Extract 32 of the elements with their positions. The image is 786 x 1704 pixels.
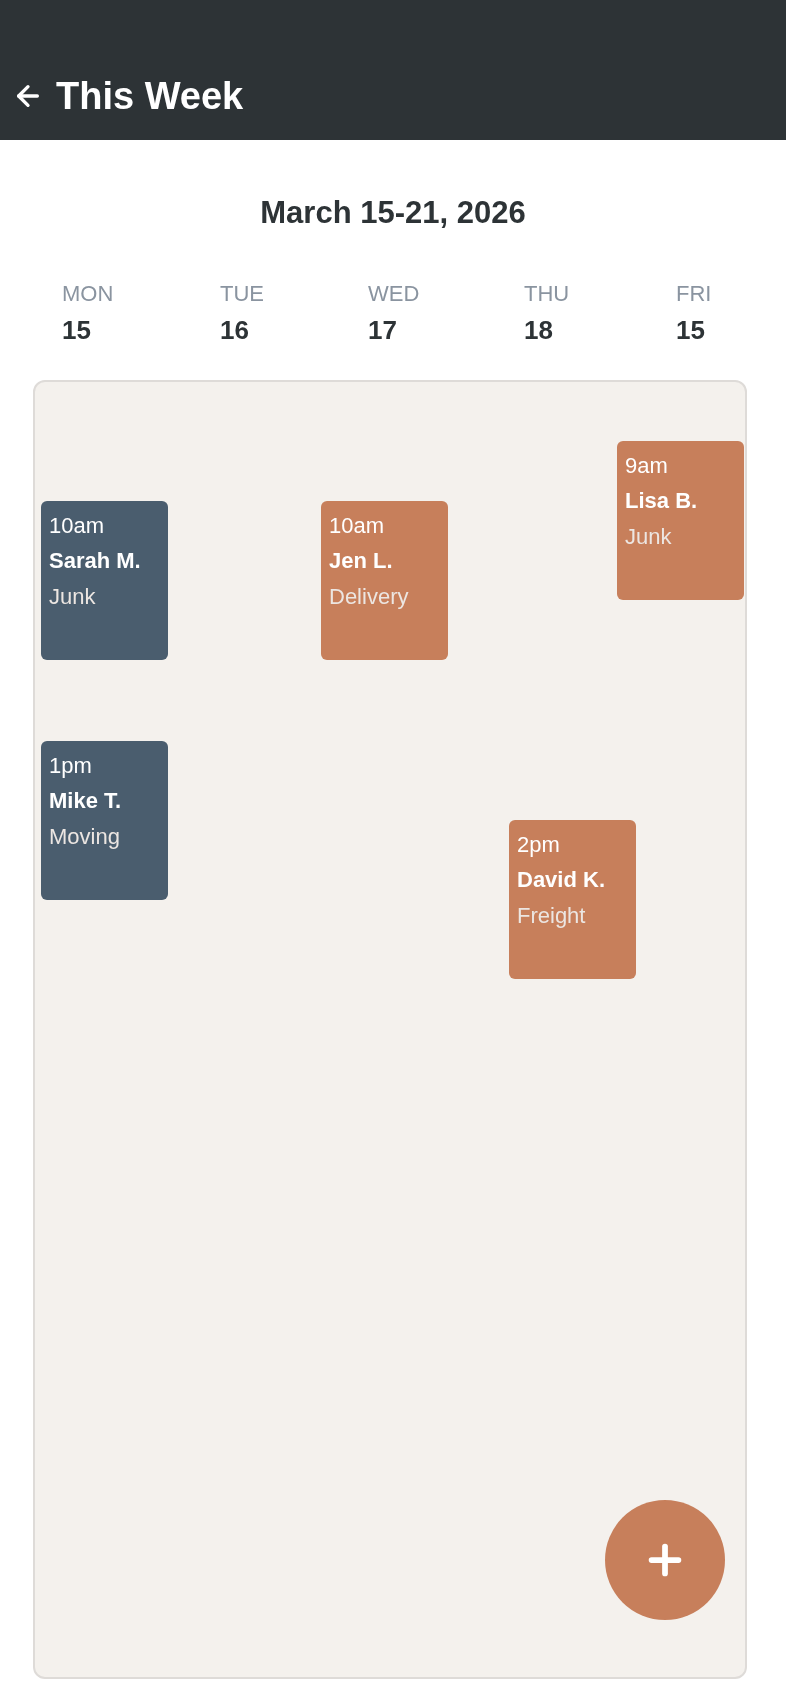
customer-name: Jen L. xyxy=(329,546,393,575)
service-type: Delivery xyxy=(329,582,409,611)
weekday-label: WED xyxy=(368,279,420,308)
weekday-label: MON xyxy=(62,279,114,308)
customer-name: David K. xyxy=(517,865,606,894)
day-number: 17 xyxy=(368,313,398,347)
service-type: Freight xyxy=(517,901,586,930)
event-card[interactable]: 9am Lisa B. Junk xyxy=(617,440,744,600)
customer-name: Sarah M. xyxy=(49,546,141,575)
weekday-label: TUE xyxy=(220,279,264,308)
weekday-label: THU xyxy=(524,279,570,308)
day-number: 15 xyxy=(62,313,92,347)
event-time: 10am xyxy=(49,511,105,540)
customer-name: Mike T. xyxy=(49,786,122,815)
service-type: Junk xyxy=(625,522,672,551)
event-time: 1pm xyxy=(49,751,92,780)
day-number: 18 xyxy=(524,313,554,347)
service-type: Moving xyxy=(49,822,120,851)
event-card[interactable]: 10am Jen L. Delivery xyxy=(321,500,448,660)
day-number: 16 xyxy=(220,313,250,347)
event-time: 9am xyxy=(625,451,668,480)
weekday-label: FRI xyxy=(676,279,712,308)
event-time: 10am xyxy=(329,511,385,540)
event-time: 2pm xyxy=(517,830,560,859)
week-range: March 15-21, 2026 xyxy=(260,194,526,232)
page-title: This Week xyxy=(56,74,244,119)
event-card[interactable]: 2pm David K. Freight xyxy=(509,819,636,979)
event-card[interactable]: 10am Sarah M. Junk xyxy=(41,500,168,660)
event-card[interactable]: 1pm Mike T. Moving xyxy=(41,740,168,900)
day-number: 15 xyxy=(676,313,706,347)
service-type: Junk xyxy=(49,582,96,611)
customer-name: Lisa B. xyxy=(625,486,698,515)
